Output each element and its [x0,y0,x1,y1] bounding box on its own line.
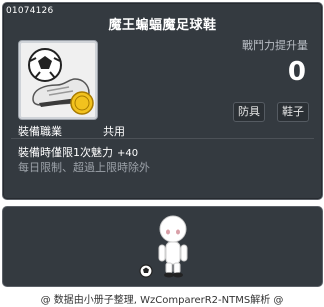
divider [11,138,314,139]
item-tooltip: 01074126 魔王蝙蝠魔足球鞋 戰鬥力提升量 0 防具 鞋子 裝備職業 共用… [2,2,323,200]
power-label: 戰鬥力提升量 [242,39,308,52]
item-icon-frame [18,40,98,120]
character-avatar [139,215,188,278]
category-tag-armor: 防具 [233,102,265,122]
credit-text: @ 数据由小册子整理, WzComparerR2-NTMS解析 @ [40,295,284,306]
limit-note: 每日限制、超過上限時除外 [18,161,150,174]
item-title: 魔王蝙蝠魔足球鞋 [108,18,217,33]
power-value: 0 [287,57,306,87]
job-label: 裝備職業 [18,125,62,138]
job-value: 共用 [103,125,125,138]
shoe-icon [28,48,94,115]
category-tag-shoes: 鞋子 [277,102,309,122]
equip-requirement-label: 裝備時僅限1次魅力 [18,146,113,159]
equip-requirement-value: +40 [117,148,139,159]
character-preview [2,206,323,287]
equip-requirement: 裝備時僅限1次魅力 +40 [18,144,138,160]
